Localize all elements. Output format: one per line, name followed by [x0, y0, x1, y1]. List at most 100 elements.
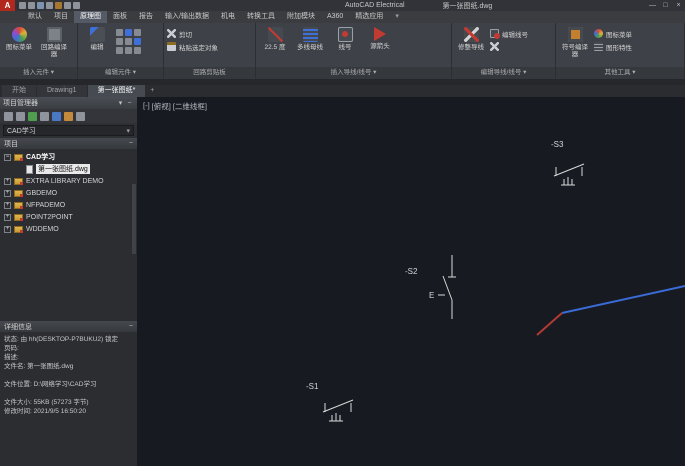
refresh-project-icon[interactable]: [28, 111, 37, 121]
tab-featured-apps[interactable]: 精选应用: [349, 11, 389, 23]
tab-schematic[interactable]: 原理图: [74, 11, 107, 23]
source-arrow-button[interactable]: 源箭头: [364, 25, 396, 50]
tab-drawing1[interactable]: Drawing1: [37, 85, 87, 97]
close-button[interactable]: ×: [672, 0, 685, 11]
model-space[interactable]: -S3 -S2 E -S1: [137, 97, 685, 466]
icon-menu-secondary-button[interactable]: 图标菜单: [594, 27, 632, 40]
wire-225-button[interactable]: 22.5 度: [259, 25, 291, 51]
expander-icon[interactable]: +: [4, 177, 11, 185]
edit-tool-icon[interactable]: [134, 47, 141, 54]
open-file-icon[interactable]: [28, 2, 35, 9]
panel-caption-insert-wires[interactable]: 插入导线/线号 ▾: [256, 67, 451, 79]
edit-tool-icon[interactable]: [116, 29, 123, 36]
section-collapse-icon[interactable]: −: [129, 140, 133, 147]
edit-tool-icon[interactable]: [125, 29, 132, 36]
open-project-icon[interactable]: [16, 111, 25, 121]
trim-wire-button[interactable]: 修整导线: [455, 25, 487, 51]
edit-tool-icon[interactable]: [116, 47, 123, 54]
save-icon[interactable]: [37, 2, 44, 9]
tree-item-gbdemo[interactable]: + GBDEMO: [0, 187, 137, 199]
button-label: 图形特性: [606, 44, 632, 52]
view-control[interactable]: [俯视]: [152, 101, 171, 112]
panel-caption-other-tools[interactable]: 其他工具 ▾: [556, 67, 684, 79]
panel-caption-circuit-clipboard[interactable]: 回路剪贴板: [164, 67, 255, 79]
visual-style-control[interactable]: [二维线框]: [173, 101, 207, 112]
schematic-symbol-s1[interactable]: -S1: [306, 382, 354, 422]
tab-default[interactable]: 默认: [22, 11, 48, 23]
section-collapse-icon[interactable]: −: [129, 323, 133, 330]
active-project-dropdown[interactable]: CAD学习 ▾: [3, 125, 134, 136]
tree-item-drawing[interactable]: 第一张图纸.dwg: [0, 163, 137, 175]
expander-icon[interactable]: −: [4, 153, 11, 161]
expander-icon[interactable]: +: [4, 189, 11, 197]
tab-import-export[interactable]: 输入/输出数据: [159, 11, 215, 23]
wire-blue[interactable]: [561, 285, 685, 314]
tree-item-extra-library-demo[interactable]: + EXTRA LIBRARY DEMO: [0, 175, 137, 187]
plot-project-icon[interactable]: [64, 111, 73, 121]
quick-access-toolbar: [19, 2, 80, 9]
viewport-menu-control[interactable]: [-]: [143, 101, 150, 112]
expander-icon[interactable]: +: [4, 213, 11, 221]
tab-electromechanical[interactable]: 机电: [215, 11, 241, 23]
panel-menu-icon[interactable]: ▾: [116, 99, 125, 107]
viewport-controls: [-] [俯视] [二维线框]: [143, 101, 207, 112]
icon-menu-button[interactable]: 图标菜单: [3, 25, 35, 51]
tree-item-wddemo[interactable]: + WDDEMO: [0, 223, 137, 235]
schematic-symbol-s3[interactable]: -S3: [551, 140, 585, 186]
multiple-bus-button[interactable]: 多线母线: [294, 25, 326, 51]
panel-caption-insert-components[interactable]: 插入元件 ▾: [0, 67, 77, 79]
undo-icon[interactable]: [64, 2, 71, 9]
ribbon-collapse-icon[interactable]: ▾: [395, 11, 399, 23]
schematic-symbol-s2[interactable]: -S2 E: [405, 255, 456, 319]
publish-icon[interactable]: [52, 111, 61, 121]
tab-start[interactable]: 开始: [2, 85, 36, 97]
edit-button[interactable]: 编辑: [81, 25, 113, 51]
tab-panel[interactable]: 面板: [107, 11, 133, 23]
panel-caption-edit-wires[interactable]: 编辑导线/线号 ▾: [452, 67, 555, 79]
tree-item-point2point[interactable]: + POINT2POINT: [0, 211, 137, 223]
tab-conversion-tools[interactable]: 转换工具: [241, 11, 281, 23]
maximize-button[interactable]: □: [659, 0, 672, 11]
circuit-builder-button[interactable]: 回路编译器: [38, 25, 70, 58]
edit-wire-number-button[interactable]: 编辑线号: [490, 27, 528, 40]
tab-reports[interactable]: 报告: [133, 11, 159, 23]
projects-section-bar[interactable]: 项目 −: [0, 138, 137, 149]
wire-number-button[interactable]: 线号: [329, 25, 361, 51]
drawing-properties-button[interactable]: 图形特性: [594, 40, 632, 53]
details-section-bar[interactable]: 详细信息 −: [0, 321, 137, 332]
new-file-icon[interactable]: [19, 2, 26, 9]
paste-button[interactable]: 粘贴选定对象: [167, 40, 218, 53]
save-as-icon[interactable]: [46, 2, 53, 9]
project-update-icon[interactable]: [40, 111, 49, 121]
app-menu-icon[interactable]: A: [0, 0, 15, 11]
tab-project[interactable]: 项目: [48, 11, 74, 23]
scissors-icon: [167, 29, 176, 38]
new-project-icon[interactable]: [4, 111, 13, 121]
edit-tool-icon[interactable]: [134, 29, 141, 36]
cut-button[interactable]: 剪切: [167, 27, 218, 40]
tab-a360[interactable]: A360: [321, 11, 349, 23]
new-drawing-tab-button[interactable]: +: [146, 85, 158, 97]
wire-edit-extra-button[interactable]: [490, 40, 528, 53]
expander-icon[interactable]: +: [4, 225, 11, 233]
wire-number-icon: [337, 27, 353, 42]
autocad-window: A AutoCAD Electrical 第一张图纸.dwg — □ × 默认 …: [0, 0, 685, 466]
plot-icon[interactable]: [55, 2, 62, 9]
edit-tool-icon[interactable]: [125, 47, 132, 54]
project-settings-icon[interactable]: [76, 111, 85, 121]
edit-tool-icon[interactable]: [134, 38, 141, 45]
redo-icon[interactable]: [73, 2, 80, 9]
expander-icon[interactable]: +: [4, 201, 11, 209]
symbol-builder-button[interactable]: 符号编译器: [559, 25, 591, 58]
tab-current-drawing[interactable]: 第一张图纸*: [87, 85, 146, 97]
edit-tool-icon[interactable]: [125, 38, 132, 45]
panel-collapse-icon[interactable]: −: [125, 100, 134, 107]
tree-item-project-root[interactable]: − CAD学习: [0, 151, 137, 163]
tree-item-nfpademo[interactable]: + NFPADEMO: [0, 199, 137, 211]
minimize-button[interactable]: —: [646, 0, 659, 11]
edit-tool-icon[interactable]: [116, 38, 123, 45]
panel-caption-edit-components[interactable]: 编辑元件 ▾: [78, 67, 163, 79]
wire-red[interactable]: [536, 312, 563, 336]
tab-add-ins[interactable]: 附加模块: [281, 11, 321, 23]
drawing-canvas[interactable]: [-] [俯视] [二维线框] -S3 -S2 E -S1: [137, 97, 685, 466]
